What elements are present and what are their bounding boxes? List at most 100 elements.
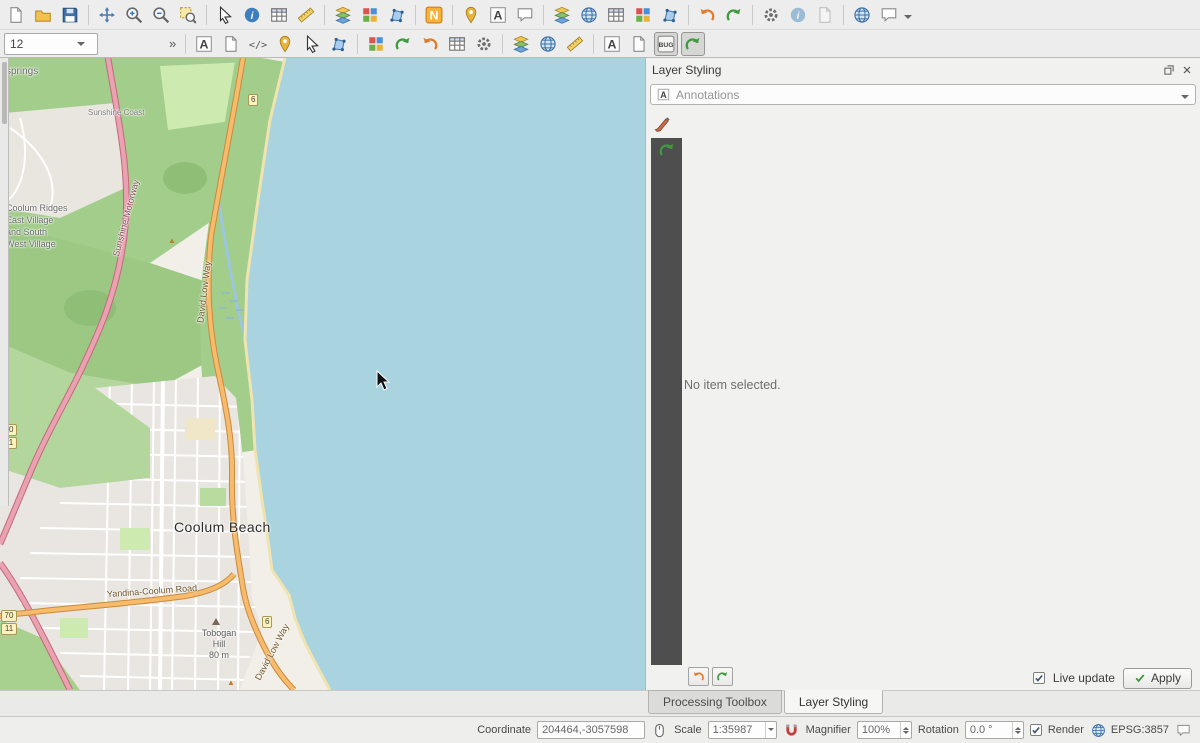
- map-label-tobogan-hill: Tobogan Hill 80 m: [196, 628, 242, 661]
- qgis-north-logo-icon[interactable]: [422, 3, 446, 27]
- layout-page-icon[interactable]: [627, 32, 651, 56]
- magnifier-input[interactable]: [858, 724, 900, 736]
- strip-scrollbar-thumb[interactable]: [2, 62, 7, 124]
- label-toolbar-icon[interactable]: [600, 32, 624, 56]
- save-project-icon[interactable]: [58, 3, 82, 27]
- panel-bottom-bar: Live update Apply: [646, 666, 1200, 690]
- font-size-input[interactable]: [5, 37, 77, 51]
- layer-styling-panel: Layer Styling Annotations No item select…: [645, 58, 1200, 690]
- metasearch-icon[interactable]: [850, 3, 874, 27]
- web-service-icon[interactable]: [536, 32, 560, 56]
- help-icon[interactable]: [877, 3, 901, 27]
- crs-status-button[interactable]: EPSG:3857: [1090, 722, 1169, 739]
- zoom-full-icon[interactable]: [176, 3, 200, 27]
- python-console-icon[interactable]: [786, 3, 810, 27]
- style-redo-button[interactable]: [712, 667, 733, 686]
- map-label-coolum-ridges: Coolum Ridges East Village and South Wes…: [6, 202, 68, 250]
- toolbar-separator: [357, 34, 358, 54]
- open-project-icon[interactable]: [31, 3, 55, 27]
- measure-icon[interactable]: [294, 3, 318, 27]
- scale-combo[interactable]: [708, 721, 777, 739]
- annotations-toolbar: »: [0, 30, 1200, 58]
- new-bookmark-icon[interactable]: [459, 3, 483, 27]
- open-table-icon[interactable]: [445, 32, 469, 56]
- new-geopackage-icon[interactable]: [658, 3, 682, 27]
- elevation-profile-panel-icon[interactable]: [681, 32, 705, 56]
- toolbar-separator: [752, 5, 753, 25]
- new-html-annotation-icon[interactable]: [246, 32, 270, 56]
- add-wms-layer-icon[interactable]: [577, 3, 601, 27]
- zoom-in-icon[interactable]: [122, 3, 146, 27]
- options-gear-icon[interactable]: [472, 32, 496, 56]
- layout-manager-icon[interactable]: [813, 3, 837, 27]
- apply-button[interactable]: Apply: [1123, 668, 1192, 689]
- coordinate-label: Coordinate: [477, 724, 531, 736]
- symbology-tab-icon[interactable]: [653, 114, 673, 134]
- new-text-annotation-icon[interactable]: [192, 32, 216, 56]
- live-update-checkbox[interactable]: [1033, 672, 1045, 684]
- add-vector-layer-icon[interactable]: [550, 3, 574, 27]
- processing-toolbox-icon[interactable]: [759, 3, 783, 27]
- map-tips-icon[interactable]: [513, 3, 537, 27]
- undo-style-icon[interactable]: [418, 32, 442, 56]
- hill-line: Tobogan: [196, 628, 242, 639]
- attributes-table-icon[interactable]: [267, 3, 291, 27]
- messages-bubble-icon[interactable]: [1175, 722, 1192, 739]
- magnifier-spinbox[interactable]: [857, 721, 912, 739]
- annotation-style-icon[interactable]: [651, 138, 682, 159]
- zoom-out-icon[interactable]: [149, 3, 173, 27]
- font-size-combo[interactable]: [4, 33, 98, 55]
- toolbar-separator: [688, 5, 689, 25]
- pan-map-icon[interactable]: [95, 3, 119, 27]
- new-project-icon[interactable]: [4, 3, 28, 27]
- layer-stack-icon[interactable]: [509, 32, 533, 56]
- redo-icon[interactable]: [722, 3, 746, 27]
- rotation-input[interactable]: [966, 724, 1012, 736]
- toolbar-extension-chevron[interactable]: »: [166, 36, 179, 51]
- hill-line: 80 m: [196, 650, 242, 661]
- scale-input[interactable]: [709, 724, 765, 736]
- debug-tools-panel-icon[interactable]: [654, 32, 678, 56]
- scale-caret-icon[interactable]: [765, 722, 776, 738]
- combo-caret-icon[interactable]: [77, 42, 85, 50]
- processing-history-icon[interactable]: [364, 32, 388, 56]
- collapsed-panel-strip[interactable]: [0, 58, 9, 506]
- styling-tab-strip[interactable]: [651, 138, 682, 665]
- plugin-manager-icon[interactable]: [631, 3, 655, 27]
- map-canvas[interactable]: springs Sunshine Coast Coolum Ridges Eas…: [0, 58, 645, 690]
- select-features-icon[interactable]: [213, 3, 237, 27]
- identify-features-icon[interactable]: [240, 3, 264, 27]
- layer-select-combo[interactable]: Annotations: [650, 84, 1196, 105]
- new-polygon-annotation-icon[interactable]: [327, 32, 351, 56]
- tab-layer-styling[interactable]: Layer Styling: [784, 690, 883, 714]
- redo-style-icon[interactable]: [391, 32, 415, 56]
- magnifier-spin-arrows[interactable]: [900, 722, 911, 738]
- layers-icon[interactable]: [331, 3, 355, 27]
- live-update-label: Live update: [1053, 671, 1115, 685]
- new-shapefile-icon[interactable]: [385, 3, 409, 27]
- toolbar-overflow-icon[interactable]: [904, 15, 912, 23]
- tab-processing-toolbox[interactable]: Processing Toolbox: [648, 690, 782, 714]
- render-checkbox[interactable]: [1030, 724, 1042, 736]
- campsite-marker-icon: ▲: [168, 236, 176, 245]
- style-manager-icon[interactable]: [358, 3, 382, 27]
- undock-panel-icon[interactable]: [1162, 63, 1176, 77]
- rotation-spinbox[interactable]: [965, 721, 1024, 739]
- coordinate-input[interactable]: [538, 724, 644, 736]
- measure-line-icon[interactable]: [563, 32, 587, 56]
- toolbar-separator: [502, 34, 503, 54]
- coordinate-box[interactable]: [537, 721, 645, 739]
- toolbar-separator: [185, 34, 186, 54]
- style-undo-button[interactable]: [688, 667, 709, 686]
- extents-toggle-icon[interactable]: [651, 722, 668, 739]
- close-panel-icon[interactable]: [1180, 63, 1194, 77]
- scale-lock-magnet-icon[interactable]: [783, 722, 800, 739]
- add-delimited-layer-icon[interactable]: [604, 3, 628, 27]
- text-annotation-icon[interactable]: [486, 3, 510, 27]
- panel-header: Layer Styling: [646, 58, 1200, 82]
- new-form-annotation-icon[interactable]: [219, 32, 243, 56]
- rotation-spin-arrows[interactable]: [1012, 722, 1023, 738]
- move-annotation-icon[interactable]: [300, 32, 324, 56]
- new-marker-annotation-icon[interactable]: [273, 32, 297, 56]
- undo-icon[interactable]: [695, 3, 719, 27]
